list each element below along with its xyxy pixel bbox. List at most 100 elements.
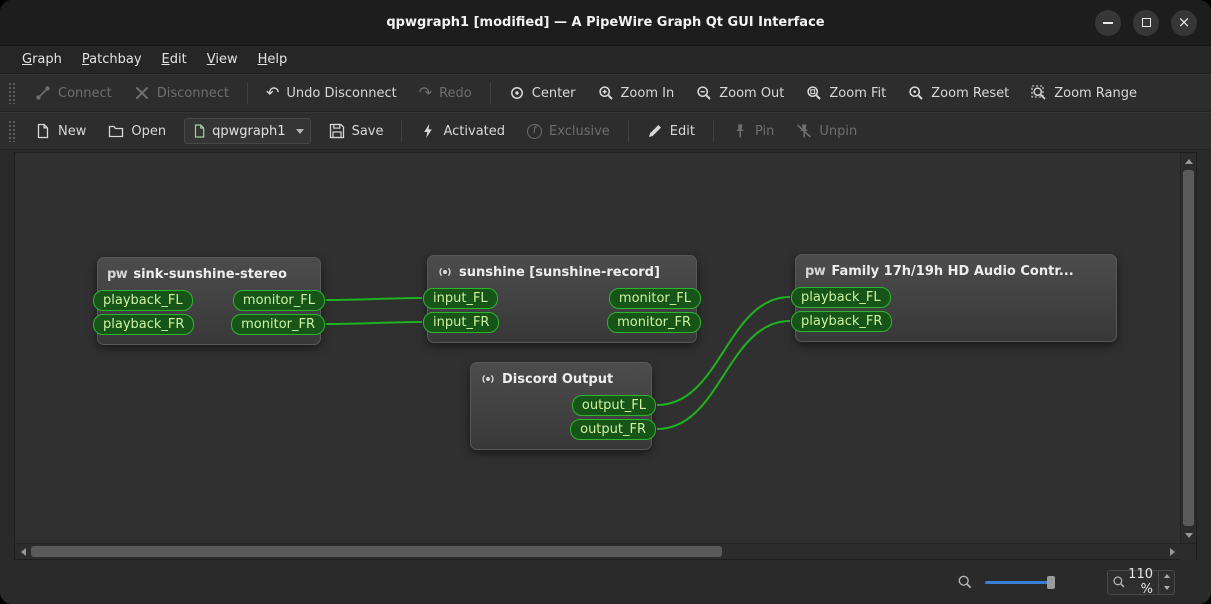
node-sink-sunshine-stereo[interactable]: pw sink-sunshine-stereo playback_FL moni… [93,257,325,345]
pipewire-icon: pw [805,263,826,279]
arrow-right-icon [1169,548,1175,556]
disconnect-button[interactable]: Disconnect [124,79,239,107]
scroll-down-button[interactable] [1181,527,1197,543]
zoom-slider-icon [957,574,973,590]
window-title: qpwgraph1 [modified] — A PipeWire Graph … [386,15,825,30]
undo-disconnect-label: Undo Disconnect [286,85,397,101]
minimize-button[interactable] [1095,9,1121,36]
monitor-icon [480,372,496,386]
close-button[interactable]: × [1171,9,1197,36]
patchbay-file-combo[interactable]: qpwgraph1 [184,118,311,144]
disconnect-label: Disconnect [156,85,229,101]
new-file-icon [35,123,51,139]
center-label: Center [531,85,576,101]
connect-icon [35,85,51,101]
port-output-fl[interactable]: output_FL [571,395,656,416]
zoom-value: 110 % [1128,567,1153,597]
zoom-slider-handle[interactable] [1047,576,1055,589]
vertical-scroll-thumb[interactable] [1183,170,1194,526]
port-monitor-fl[interactable]: monitor_FL [232,290,325,311]
node-header: sunshine [sunshine-record] [428,256,696,288]
pin-label: Pin [754,123,775,139]
port-input-fr[interactable]: input_FR [423,312,500,333]
titlebar[interactable]: qpwgraph1 [modified] — A PipeWire Graph … [0,0,1211,46]
zoom-range-button[interactable]: Zoom Range [1021,79,1147,107]
menu-graph[interactable]: Graph [12,46,72,73]
undo-disconnect-button[interactable]: ↶ Undo Disconnect [256,79,407,107]
zoom-fit-label: Zoom Fit [829,85,887,101]
edit-button[interactable]: Edit [637,117,705,145]
connection-line[interactable] [325,297,423,301]
scroll-up-button[interactable] [1181,153,1197,169]
activated-button[interactable]: Activated [410,117,515,145]
menu-view[interactable]: View [197,46,248,73]
node-header: pw sink-sunshine-stereo [98,258,320,290]
activated-label: Activated [443,123,506,139]
save-label: Save [351,123,384,139]
port-input-fl[interactable]: input_FL [423,288,498,309]
node-title: Discord Output [502,371,614,387]
unpin-label: Unpin [819,123,858,139]
maximize-button[interactable] [1133,9,1159,36]
zoom-out-button[interactable]: Zoom Out [686,79,794,107]
toolbar-drag-handle[interactable] [8,82,17,104]
save-button[interactable]: Save [319,117,394,145]
redo-button[interactable]: ↷ Redo [409,79,482,107]
pin-button[interactable]: Pin [722,117,784,145]
menu-help[interactable]: Help [248,46,298,73]
zoom-increase-button[interactable] [1159,571,1174,583]
vertical-scrollbar[interactable] [1180,153,1196,543]
menu-patchbay[interactable]: Patchbay [72,46,152,73]
statusbar: 110 % [0,560,1211,604]
new-button[interactable]: New [25,117,96,145]
zoom-slider[interactable] [985,574,1055,590]
horizontal-scrollbar[interactable] [15,543,1196,560]
horizontal-scroll-track[interactable] [31,544,1164,559]
zoom-decrease-button[interactable] [1159,582,1174,594]
exclusive-button[interactable]: f Exclusive [517,117,620,145]
port-playback-fr[interactable]: playback_FR [93,314,195,335]
scroll-right-button[interactable] [1164,544,1180,560]
port-monitor-fr[interactable]: monitor_FR [231,314,325,335]
scroll-left-button[interactable] [15,544,31,560]
disconnect-icon [134,85,150,101]
node-sunshine-record[interactable]: sunshine [sunshine-record] input_FL moni… [423,255,701,343]
zoom-reset-button[interactable]: Zoom Reset [898,79,1019,107]
redo-label: Redo [439,85,472,101]
open-folder-icon [108,123,124,139]
redo-icon: ↷ [418,83,433,102]
node-discord-output[interactable]: Discord Output output_FL output_FR [470,362,656,450]
menu-edit[interactable]: Edit [152,46,197,73]
port-playback-fl[interactable]: playback_FL [93,290,193,311]
connection-line[interactable] [325,321,423,325]
toolbar-drag-handle[interactable] [8,120,17,142]
zoom-spin-icon [1108,575,1126,589]
zoom-fit-button[interactable]: Zoom Fit [796,79,896,107]
node-title: sink-sunshine-stereo [133,266,287,282]
patchbay-file-value: qpwgraph1 [212,123,286,139]
graph-canvas[interactable]: pw sink-sunshine-stereo playback_FL moni… [15,153,1180,543]
zoom-in-button[interactable]: Zoom In [588,79,685,107]
unpin-button[interactable]: Unpin [786,117,867,145]
port-monitor-fr[interactable]: monitor_FR [607,312,701,333]
minimize-icon [1103,21,1113,24]
open-button[interactable]: Open [98,117,176,145]
connect-button[interactable]: Connect [25,79,122,107]
menu-view-label: View [206,52,238,67]
save-icon [329,123,345,139]
port-monitor-fl[interactable]: monitor_FL [608,288,701,309]
port-playback-fl[interactable]: playback_FL [791,287,891,308]
port-playback-fr[interactable]: playback_FR [791,311,893,332]
toolbar-separator [246,82,248,104]
zoom-range-icon [1031,85,1047,101]
new-label: New [58,123,87,139]
zoom-spinbox[interactable]: 110 % [1107,567,1175,597]
zoom-slider-track[interactable] [985,581,1049,584]
vertical-scroll-track[interactable] [1181,169,1196,527]
horizontal-scroll-thumb[interactable] [31,546,723,557]
port-output-fr[interactable]: output_FR [570,419,656,440]
zoom-in-icon [598,85,614,101]
zoom-reset-label: Zoom Reset [931,85,1010,101]
center-button[interactable]: Center [499,79,586,107]
node-family-hd-audio[interactable]: pw Family 17h/19h HD Audio Contr... play… [791,254,1117,342]
